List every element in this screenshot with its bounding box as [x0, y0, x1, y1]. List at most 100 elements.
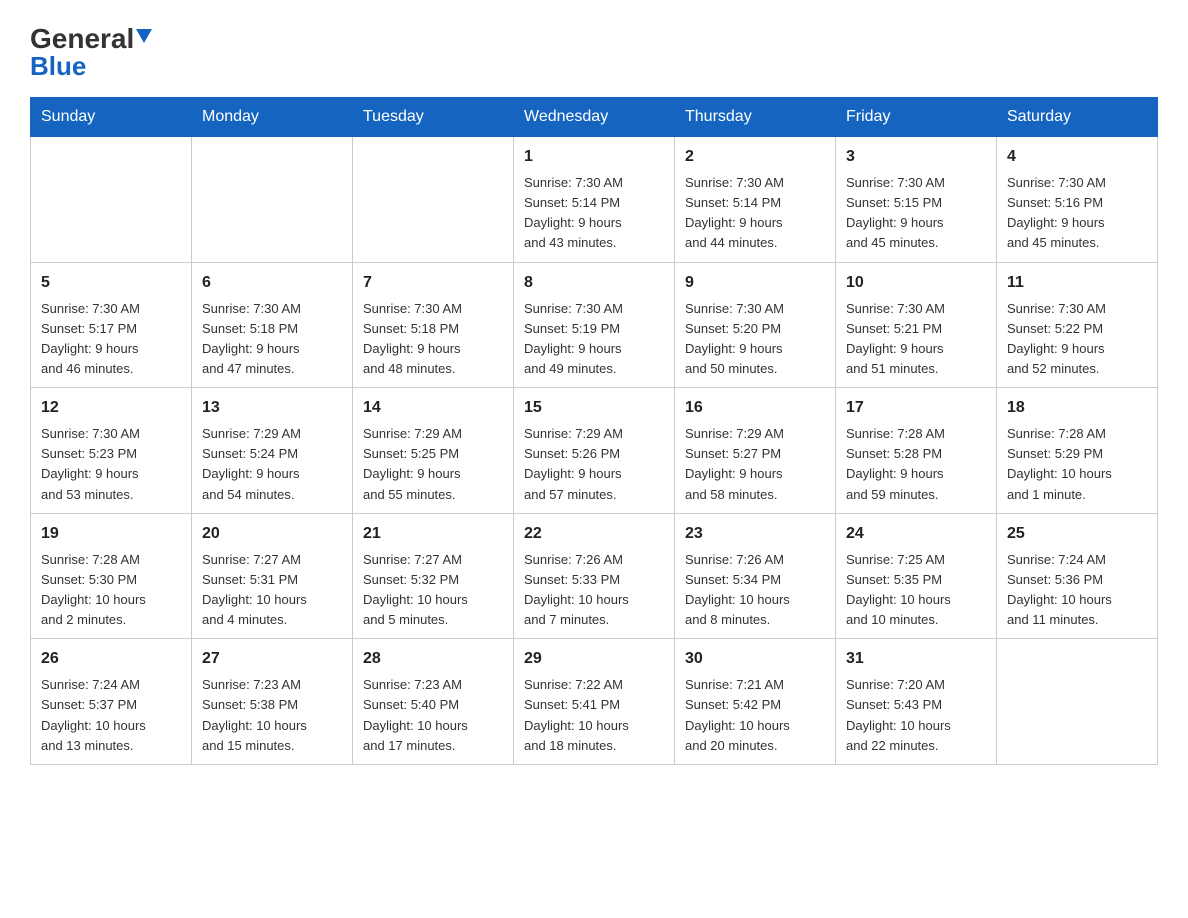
day-info: Sunrise: 7:28 AMSunset: 5:30 PMDaylight:…	[41, 550, 181, 631]
day-info: Sunrise: 7:30 AMSunset: 5:18 PMDaylight:…	[202, 299, 342, 380]
calendar-cell: 8 Sunrise: 7:30 AMSunset: 5:19 PMDaylight…	[514, 262, 675, 388]
day-info: Sunrise: 7:25 AMSunset: 5:35 PMDaylight:…	[846, 550, 986, 631]
day-number: 31	[846, 647, 986, 671]
day-info: Sunrise: 7:30 AMSunset: 5:14 PMDaylight:…	[685, 173, 825, 254]
day-number: 18	[1007, 396, 1147, 420]
day-info: Sunrise: 7:24 AMSunset: 5:37 PMDaylight:…	[41, 675, 181, 756]
day-info: Sunrise: 7:30 AMSunset: 5:22 PMDaylight:…	[1007, 299, 1147, 380]
logo-color: Blue	[30, 53, 86, 79]
day-info: Sunrise: 7:30 AMSunset: 5:15 PMDaylight:…	[846, 173, 986, 254]
calendar-cell: 16Sunrise: 7:29 AMSunset: 5:27 PMDayligh…	[675, 388, 836, 514]
calendar-cell: 22 Sunrise: 7:26 AMSunset: 5:33 PMDayligh…	[514, 513, 675, 639]
day-number: 20	[202, 522, 342, 546]
calendar-table: SundayMondayTuesdayWednesdayThursdayFrid…	[30, 97, 1158, 765]
day-info: Sunrise: 7:30 AMSunset: 5:16 PMDaylight:…	[1007, 173, 1147, 254]
calendar-cell: 18Sunrise: 7:28 AMSunset: 5:29 PMDayligh…	[997, 388, 1158, 514]
day-number: 12	[41, 396, 181, 420]
day-number: 27	[202, 647, 342, 671]
calendar-cell: 25 Sunrise: 7:24 AMSunset: 5:36 PMDayligh…	[997, 513, 1158, 639]
calendar-cell: 19 Sunrise: 7:28 AMSunset: 5:30 PMDayligh…	[31, 513, 192, 639]
day-info: Sunrise: 7:27 AMSunset: 5:32 PMDaylight:…	[363, 550, 503, 631]
day-number: 19	[41, 522, 181, 546]
calendar-cell: 29 Sunrise: 7:22 AMSunset: 5:41 PMDayligh…	[514, 639, 675, 765]
calendar-cell: 13 Sunrise: 7:29 AMSunset: 5:24 PMDayligh…	[192, 388, 353, 514]
day-info: Sunrise: 7:29 AMSunset: 5:26 PMDaylight:…	[524, 424, 664, 505]
day-info: Sunrise: 7:27 AMSunset: 5:31 PMDaylight:…	[202, 550, 342, 631]
calendar-cell: 6 Sunrise: 7:30 AMSunset: 5:18 PMDaylight…	[192, 262, 353, 388]
calendar-cell: 4 Sunrise: 7:30 AMSunset: 5:16 PMDaylight…	[997, 137, 1158, 263]
day-number: 3	[846, 145, 986, 169]
calendar-cell: 24 Sunrise: 7:25 AMSunset: 5:35 PMDayligh…	[836, 513, 997, 639]
day-number: 14	[363, 396, 503, 420]
calendar-cell: 12 Sunrise: 7:30 AMSunset: 5:23 PMDayligh…	[31, 388, 192, 514]
day-header-tuesday: Tuesday	[353, 98, 514, 137]
calendar-body: 1 Sunrise: 7:30 AMSunset: 5:14 PMDaylight…	[31, 137, 1158, 765]
day-number: 6	[202, 271, 342, 295]
day-header-friday: Friday	[836, 98, 997, 137]
day-number: 1	[524, 145, 664, 169]
day-info: Sunrise: 7:30 AMSunset: 5:23 PMDaylight:…	[41, 424, 181, 505]
calendar-cell: 3 Sunrise: 7:30 AMSunset: 5:15 PMDaylight…	[836, 137, 997, 263]
day-number: 22	[524, 522, 664, 546]
calendar-week-row: 1 Sunrise: 7:30 AMSunset: 5:14 PMDaylight…	[31, 137, 1158, 263]
calendar-cell: 20 Sunrise: 7:27 AMSunset: 5:31 PMDayligh…	[192, 513, 353, 639]
day-info: Sunrise: 7:29 AMSunset: 5:25 PMDaylight:…	[363, 424, 503, 505]
calendar-cell: 2 Sunrise: 7:30 AMSunset: 5:14 PMDaylight…	[675, 137, 836, 263]
day-header-wednesday: Wednesday	[514, 98, 675, 137]
day-number: 25	[1007, 522, 1147, 546]
day-number: 30	[685, 647, 825, 671]
day-header-thursday: Thursday	[675, 98, 836, 137]
day-info: Sunrise: 7:26 AMSunset: 5:33 PMDaylight:…	[524, 550, 664, 631]
logo-triangle-icon	[136, 29, 152, 43]
day-number: 10	[846, 271, 986, 295]
day-info: Sunrise: 7:30 AMSunset: 5:14 PMDaylight:…	[524, 173, 664, 254]
calendar-cell: 7 Sunrise: 7:30 AMSunset: 5:18 PMDaylight…	[353, 262, 514, 388]
day-number: 5	[41, 271, 181, 295]
logo: General Blue	[30, 20, 152, 79]
day-number: 7	[363, 271, 503, 295]
calendar-cell: 11 Sunrise: 7:30 AMSunset: 5:22 PMDayligh…	[997, 262, 1158, 388]
calendar-cell: 17 Sunrise: 7:28 AMSunset: 5:28 PMDayligh…	[836, 388, 997, 514]
day-number: 11	[1007, 271, 1147, 295]
day-info: Sunrise: 7:28 AMSunset: 5:28 PMDaylight:…	[846, 424, 986, 505]
day-header-sunday: Sunday	[31, 98, 192, 137]
calendar-week-row: 19 Sunrise: 7:28 AMSunset: 5:30 PMDayligh…	[31, 513, 1158, 639]
calendar-cell: 5 Sunrise: 7:30 AMSunset: 5:17 PMDaylight…	[31, 262, 192, 388]
logo-brand: General	[30, 25, 134, 53]
calendar-cell: 14 Sunrise: 7:29 AMSunset: 5:25 PMDayligh…	[353, 388, 514, 514]
calendar-cell: 26 Sunrise: 7:24 AMSunset: 5:37 PMDayligh…	[31, 639, 192, 765]
calendar-cell: 23Sunrise: 7:26 AMSunset: 5:34 PMDayligh…	[675, 513, 836, 639]
day-info: Sunrise: 7:30 AMSunset: 5:18 PMDaylight:…	[363, 299, 503, 380]
calendar-cell: 31Sunrise: 7:20 AMSunset: 5:43 PMDayligh…	[836, 639, 997, 765]
day-header-monday: Monday	[192, 98, 353, 137]
day-number: 2	[685, 145, 825, 169]
calendar-week-row: 5 Sunrise: 7:30 AMSunset: 5:17 PMDaylight…	[31, 262, 1158, 388]
day-number: 16	[685, 396, 825, 420]
day-info: Sunrise: 7:24 AMSunset: 5:36 PMDaylight:…	[1007, 550, 1147, 631]
day-number: 21	[363, 522, 503, 546]
day-number: 8	[524, 271, 664, 295]
day-info: Sunrise: 7:30 AMSunset: 5:17 PMDaylight:…	[41, 299, 181, 380]
calendar-cell: 15Sunrise: 7:29 AMSunset: 5:26 PMDayligh…	[514, 388, 675, 514]
calendar-cell: 27Sunrise: 7:23 AMSunset: 5:38 PMDayligh…	[192, 639, 353, 765]
calendar-cell: 21 Sunrise: 7:27 AMSunset: 5:32 PMDayligh…	[353, 513, 514, 639]
day-info: Sunrise: 7:22 AMSunset: 5:41 PMDaylight:…	[524, 675, 664, 756]
calendar-header-row: SundayMondayTuesdayWednesdayThursdayFrid…	[31, 98, 1158, 137]
day-number: 4	[1007, 145, 1147, 169]
day-number: 26	[41, 647, 181, 671]
day-number: 13	[202, 396, 342, 420]
day-number: 17	[846, 396, 986, 420]
day-number: 24	[846, 522, 986, 546]
calendar-cell: 10Sunrise: 7:30 AMSunset: 5:21 PMDayligh…	[836, 262, 997, 388]
day-header-saturday: Saturday	[997, 98, 1158, 137]
calendar-cell: 1 Sunrise: 7:30 AMSunset: 5:14 PMDaylight…	[514, 137, 675, 263]
day-info: Sunrise: 7:26 AMSunset: 5:34 PMDaylight:…	[685, 550, 825, 631]
day-info: Sunrise: 7:29 AMSunset: 5:24 PMDaylight:…	[202, 424, 342, 505]
day-info: Sunrise: 7:23 AMSunset: 5:40 PMDaylight:…	[363, 675, 503, 756]
day-info: Sunrise: 7:30 AMSunset: 5:19 PMDaylight:…	[524, 299, 664, 380]
calendar-cell: 30Sunrise: 7:21 AMSunset: 5:42 PMDayligh…	[675, 639, 836, 765]
calendar-cell	[192, 137, 353, 263]
day-number: 29	[524, 647, 664, 671]
header: General Blue	[30, 20, 1158, 79]
calendar-cell: 28Sunrise: 7:23 AMSunset: 5:40 PMDayligh…	[353, 639, 514, 765]
